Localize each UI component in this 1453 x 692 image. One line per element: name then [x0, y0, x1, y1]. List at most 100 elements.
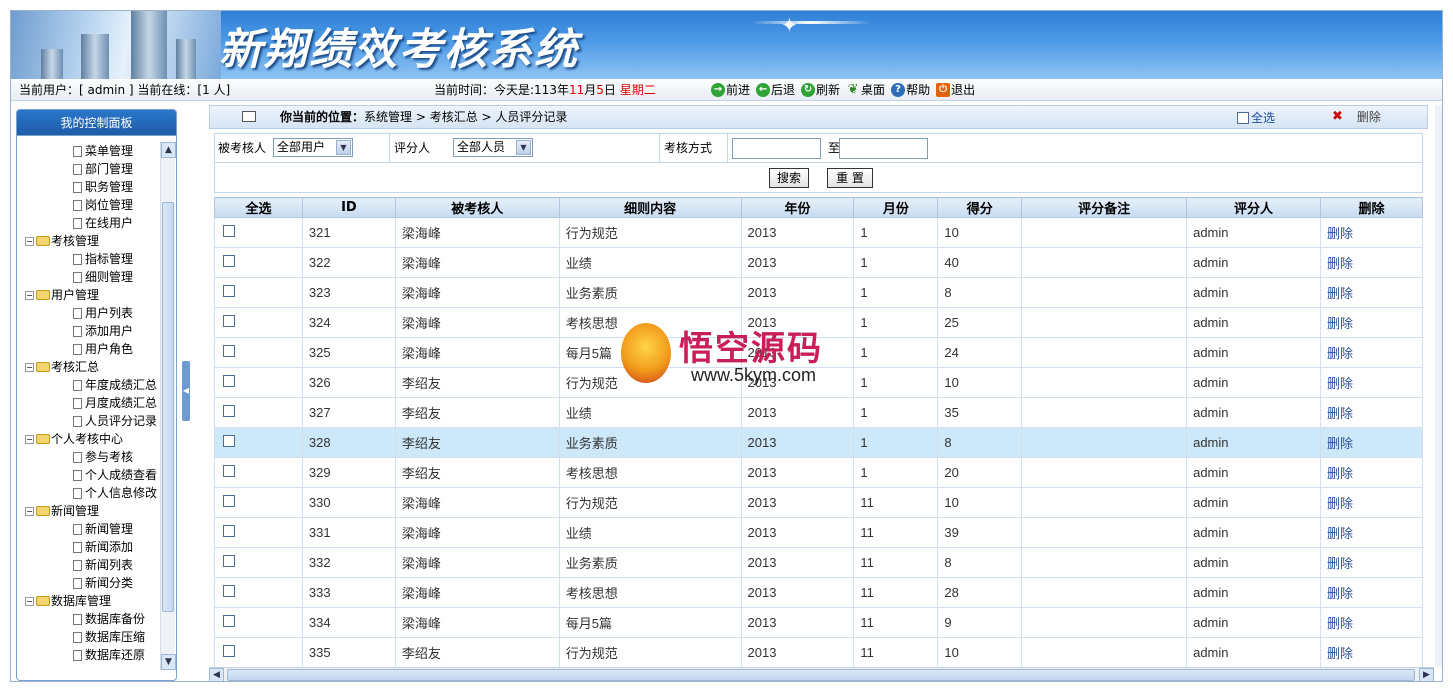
collapse-icon[interactable]: − — [25, 236, 34, 246]
scroll-thumb[interactable] — [162, 202, 174, 612]
table-row[interactable]: 329 李绍友 考核思想 2013 1 20 admin 删除 — [214, 457, 1424, 488]
sidebar-scrollbar[interactable]: ▲ ▼ — [160, 142, 176, 670]
collapse-icon[interactable]: − — [25, 290, 34, 300]
row-delete-link[interactable]: 删除 — [1319, 457, 1424, 488]
tree-group[interactable]: − 用户管理 — [25, 286, 165, 304]
tree-item[interactable]: 数据库还原 — [25, 646, 165, 664]
row-checkbox[interactable] — [223, 495, 235, 507]
table-row[interactable]: 328 李绍友 业务素质 2013 1 8 admin 删除 — [214, 427, 1424, 458]
tree-item[interactable]: 菜单管理 — [25, 142, 165, 160]
row-checkbox[interactable] — [223, 375, 235, 387]
row-checkbox[interactable] — [223, 255, 235, 267]
row-delete-link[interactable]: 删除 — [1319, 397, 1424, 428]
row-checkbox[interactable] — [223, 585, 235, 597]
horizontal-scrollbar[interactable]: ◀ ▶ — [209, 667, 1434, 681]
row-checkbox[interactable] — [223, 435, 235, 447]
tree-group[interactable]: − 考核汇总 — [25, 358, 165, 376]
table-row[interactable]: 332 梁海峰 业务素质 2013 11 8 admin 删除 — [214, 547, 1424, 578]
rater-select[interactable]: 全部人员 ▼ — [453, 138, 533, 157]
date-to-input[interactable] — [839, 138, 928, 159]
scroll-up-icon[interactable]: ▲ — [161, 142, 176, 158]
tree-item[interactable]: 个人成绩查看 — [25, 466, 165, 484]
table-row[interactable]: 334 梁海峰 每月5篇 2013 11 9 admin 删除 — [214, 607, 1424, 638]
row-checkbox[interactable] — [223, 225, 235, 237]
table-row[interactable]: 330 梁海峰 行为规范 2013 11 10 admin 删除 — [214, 487, 1424, 518]
scroll-left-icon[interactable]: ◀ — [209, 668, 224, 681]
tree-group[interactable]: − 考核管理 — [25, 232, 165, 250]
date-from-input[interactable] — [732, 138, 821, 159]
row-delete-link[interactable]: 删除 — [1319, 307, 1424, 338]
row-delete-link[interactable]: 删除 — [1319, 517, 1424, 548]
tree-item[interactable]: 新闻分类 — [25, 574, 165, 592]
row-checkbox[interactable] — [223, 645, 235, 657]
tree-item[interactable]: 数据库压缩 — [25, 628, 165, 646]
table-row[interactable]: 333 梁海峰 考核思想 2013 11 28 admin 删除 — [214, 577, 1424, 608]
row-checkbox[interactable] — [223, 405, 235, 417]
tree-item[interactable]: 新闻列表 — [25, 556, 165, 574]
select-all-toggle[interactable]: 全选 — [1237, 107, 1275, 129]
tree-group[interactable]: − 新闻管理 — [25, 502, 165, 520]
tree-item[interactable]: 在线用户 — [25, 214, 165, 232]
col-header[interactable]: 全选 — [214, 197, 303, 218]
row-delete-link[interactable]: 删除 — [1319, 547, 1424, 578]
row-delete-link[interactable]: 删除 — [1319, 607, 1424, 638]
select-all-checkbox[interactable] — [1237, 112, 1249, 124]
tree-item[interactable]: 数据库备份 — [25, 610, 165, 628]
tree-item[interactable]: 指标管理 — [25, 250, 165, 268]
logout-button[interactable]: ⏻ 退出 — [936, 79, 975, 101]
table-row[interactable]: 335 李绍友 行为规范 2013 11 10 admin 删除 — [214, 637, 1424, 668]
tree-item[interactable]: 月度成绩汇总 — [25, 394, 165, 412]
table-row[interactable]: 322 梁海峰 业绩 2013 1 40 admin 删除 — [214, 247, 1424, 278]
tree-item[interactable]: 新闻添加 — [25, 538, 165, 556]
page-scrollbar[interactable] — [1435, 105, 1442, 667]
tree-item[interactable]: 部门管理 — [25, 160, 165, 178]
row-delete-link[interactable]: 删除 — [1319, 217, 1424, 248]
row-checkbox[interactable] — [223, 345, 235, 357]
scroll-down-icon[interactable]: ▼ — [161, 654, 176, 670]
table-row[interactable]: 323 梁海峰 业务素质 2013 1 8 admin 删除 — [214, 277, 1424, 308]
refresh-button[interactable]: ↻ 刷新 — [801, 79, 840, 101]
tree-group[interactable]: − 个人考核中心 — [25, 430, 165, 448]
tree-item[interactable]: 个人信息修改 — [25, 484, 165, 502]
row-checkbox[interactable] — [223, 555, 235, 567]
tree-item[interactable]: 参与考核 — [25, 448, 165, 466]
row-checkbox[interactable] — [223, 525, 235, 537]
help-button[interactable]: ? 帮助 — [891, 79, 930, 101]
tree-item[interactable]: 职务管理 — [25, 178, 165, 196]
assessee-select[interactable]: 全部用户 ▼ — [273, 138, 353, 157]
tree-item[interactable]: 岗位管理 — [25, 196, 165, 214]
row-checkbox[interactable] — [223, 465, 235, 477]
scroll-thumb[interactable] — [227, 669, 1415, 681]
row-delete-link[interactable]: 删除 — [1319, 427, 1424, 458]
row-delete-link[interactable]: 删除 — [1319, 487, 1424, 518]
delete-button[interactable]: ✖ 删除 — [1332, 106, 1381, 128]
table-row[interactable]: 321 梁海峰 行为规范 2013 1 10 admin 删除 — [214, 217, 1424, 248]
row-checkbox[interactable] — [223, 285, 235, 297]
row-checkbox[interactable] — [223, 615, 235, 627]
row-delete-link[interactable]: 删除 — [1319, 337, 1424, 368]
row-checkbox[interactable] — [223, 315, 235, 327]
tree-item[interactable]: 细则管理 — [25, 268, 165, 286]
reset-button[interactable]: 重 置 — [827, 168, 873, 188]
tree-item[interactable]: 用户角色 — [25, 340, 165, 358]
panel-toggle-handle[interactable]: ◀ — [182, 361, 190, 421]
desktop-button[interactable]: ❦ 桌面 — [846, 79, 885, 101]
row-delete-link[interactable]: 删除 — [1319, 577, 1424, 608]
row-delete-link[interactable]: 删除 — [1319, 367, 1424, 398]
scroll-right-icon[interactable]: ▶ — [1419, 668, 1434, 681]
tree-item[interactable]: 添加用户 — [25, 322, 165, 340]
tree-item[interactable]: 人员评分记录 — [25, 412, 165, 430]
table-row[interactable]: 331 梁海峰 业绩 2013 11 39 admin 删除 — [214, 517, 1424, 548]
tree-item[interactable]: 用户列表 — [25, 304, 165, 322]
row-delete-link[interactable]: 删除 — [1319, 277, 1424, 308]
search-button[interactable]: 搜索 — [769, 168, 809, 188]
table-row[interactable]: 327 李绍友 业绩 2013 1 35 admin 删除 — [214, 397, 1424, 428]
row-delete-link[interactable]: 删除 — [1319, 637, 1424, 668]
row-delete-link[interactable]: 删除 — [1319, 247, 1424, 278]
collapse-icon[interactable]: − — [25, 434, 34, 444]
collapse-icon[interactable]: − — [25, 506, 34, 516]
tree-item[interactable]: 新闻管理 — [25, 520, 165, 538]
collapse-icon[interactable]: − — [25, 596, 34, 606]
forward-button[interactable]: → 前进 — [711, 79, 750, 101]
tree-group[interactable]: − 数据库管理 — [25, 592, 165, 610]
